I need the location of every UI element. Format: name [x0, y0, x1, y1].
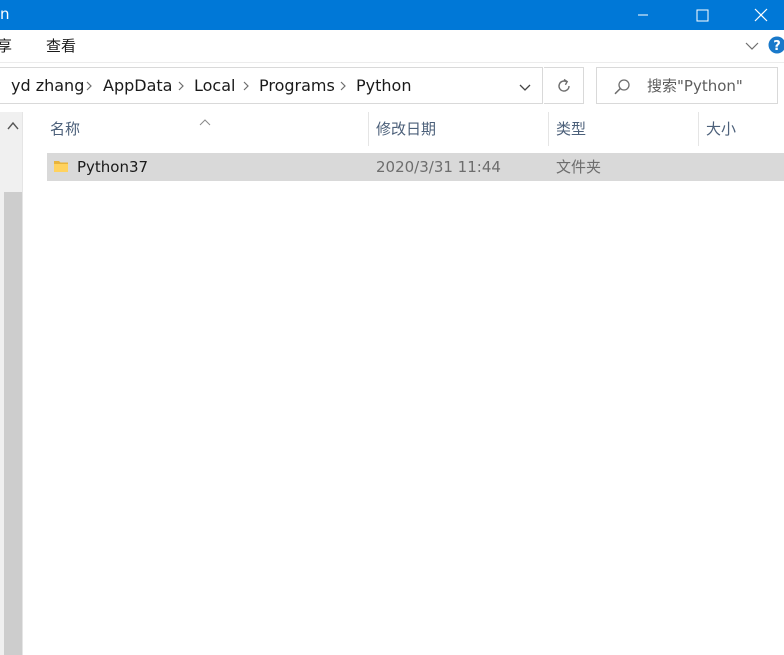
sort-ascending-icon — [197, 112, 213, 126]
tab-view[interactable]: 查看 — [46, 37, 76, 55]
column-divider[interactable] — [698, 112, 699, 146]
ribbon-tabs: 享 查看 ? — [0, 30, 784, 63]
chevron-right-icon[interactable] — [82, 77, 96, 95]
refresh-icon — [557, 78, 570, 92]
breadcrumb-appdata[interactable]: AppData — [103, 76, 172, 96]
maximize-button[interactable] — [679, 0, 725, 30]
address-history-dropdown[interactable] — [517, 80, 533, 92]
breadcrumb-python[interactable]: Python — [356, 76, 411, 96]
chevron-right-icon[interactable] — [239, 77, 253, 95]
column-header-name[interactable]: 名称 — [50, 120, 80, 138]
scroll-up-button[interactable] — [6, 118, 20, 130]
chevron-right-icon[interactable] — [336, 77, 350, 95]
column-divider[interactable] — [548, 112, 549, 146]
chevron-right-icon[interactable] — [174, 77, 188, 95]
chevron-down-icon — [745, 42, 759, 50]
expand-ribbon-button[interactable] — [744, 38, 760, 54]
chevron-up-icon — [7, 121, 19, 130]
close-icon — [754, 8, 768, 22]
svg-text:?: ? — [773, 39, 781, 54]
chevron-down-icon — [519, 84, 531, 91]
breadcrumb-yd-zhang[interactable]: yd zhang — [11, 76, 84, 96]
refresh-button[interactable] — [544, 67, 584, 104]
title-bar: n — [0, 0, 784, 30]
column-header-size[interactable]: 大小 — [706, 120, 736, 138]
scrollbar-thumb[interactable] — [4, 192, 22, 655]
maximize-icon — [696, 9, 708, 21]
breadcrumb-local[interactable]: Local — [194, 76, 235, 96]
search-placeholder: 搜索"Python" — [647, 77, 743, 95]
tab-share[interactable]: 享 — [0, 37, 12, 55]
file-type: 文件夹 — [556, 158, 602, 176]
breadcrumb-programs[interactable]: Programs — [259, 76, 335, 96]
column-divider[interactable] — [368, 112, 369, 146]
minimize-button[interactable] — [620, 0, 666, 30]
help-button[interactable]: ? — [768, 36, 784, 54]
search-icon — [614, 79, 630, 95]
file-modified: 2020/3/31 11:44 — [376, 158, 501, 176]
file-name[interactable]: Python37 — [77, 158, 148, 176]
close-button[interactable] — [738, 0, 784, 30]
folder-icon — [53, 158, 69, 174]
search-input[interactable]: 搜索"Python" — [596, 67, 778, 104]
window-title: n — [0, 5, 10, 23]
minimize-icon — [638, 14, 648, 16]
column-header-modified[interactable]: 修改日期 — [376, 120, 436, 138]
help-icon: ? — [768, 36, 784, 54]
column-header-type[interactable]: 类型 — [556, 120, 586, 138]
